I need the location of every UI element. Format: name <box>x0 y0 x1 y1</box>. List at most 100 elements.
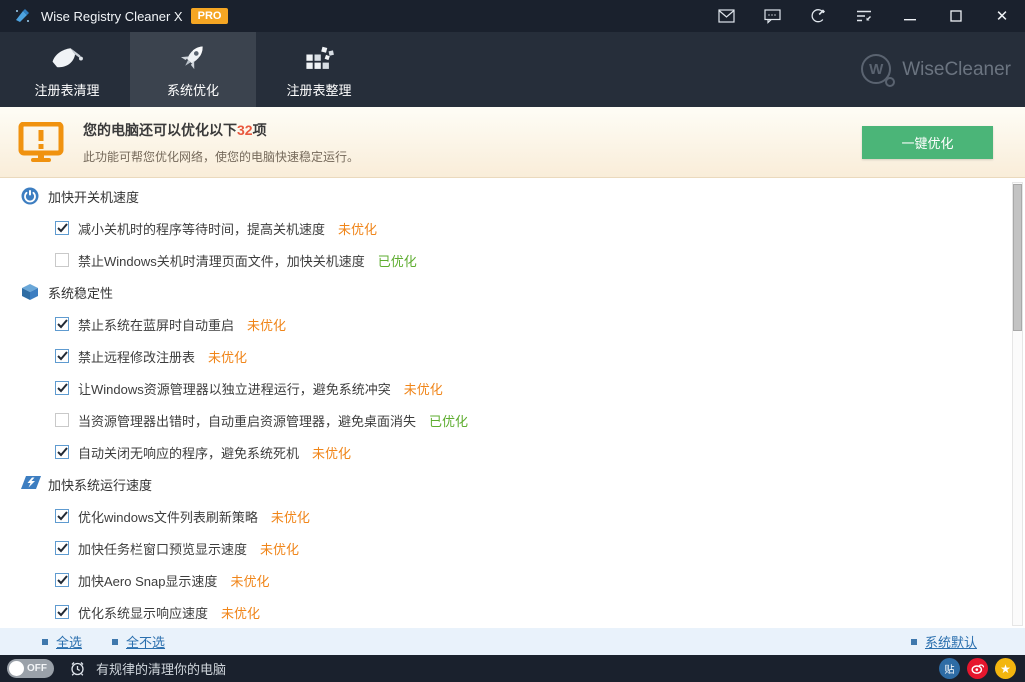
item-label: 优化windows文件列表刷新策略 <box>78 507 258 526</box>
status-badge: 已优化 <box>378 251 417 270</box>
tab-label: 注册表清理 <box>34 80 99 99</box>
section-header: 加快系统运行速度 <box>0 468 1025 500</box>
minimize-button[interactable] <box>887 0 933 32</box>
one-click-optimize-button[interactable]: 一键优化 <box>862 126 993 159</box>
status-badge: 已优化 <box>429 411 468 430</box>
tab-label: 系统优化 <box>167 80 219 99</box>
list-item: 减小关机时的程序等待时间，提高关机速度未优化 <box>0 212 1025 244</box>
brand-logo: W WiseCleaner <box>861 54 1011 86</box>
banner-subtitle: 此功能可帮您优化网络，使您的电脑快速稳定运行。 <box>83 148 359 165</box>
tab-bar: 注册表清理 系统优化 <box>0 32 1025 107</box>
status-badge: 未优化 <box>208 347 247 366</box>
banner-title: 您的电脑还可以优化以下32项 <box>83 120 359 140</box>
status-badge: 未优化 <box>271 507 310 526</box>
list-item: 优化系统显示响应速度未优化 <box>0 596 1025 628</box>
power-icon <box>21 187 39 205</box>
tab-registry-defrag[interactable]: 注册表整理 <box>256 32 382 107</box>
brand-name: WiseCleaner <box>902 59 1011 81</box>
optimize-banner: 您的电脑还可以优化以下32项 此功能可帮您优化网络，使您的电脑快速稳定运行。 一… <box>0 107 1025 178</box>
status-badge: 未优化 <box>404 379 443 398</box>
item-checkbox[interactable] <box>55 541 69 555</box>
bullet-icon <box>112 639 118 645</box>
brush-icon <box>49 41 85 75</box>
item-label: 自动关闭无响应的程序，避免系统死机 <box>78 443 299 462</box>
cube-icon <box>21 283 39 301</box>
item-checkbox[interactable] <box>55 349 69 363</box>
feedback-icon[interactable] <box>749 0 795 32</box>
weibo-icon[interactable] <box>967 658 988 679</box>
item-label: 加快任务栏窗口预览显示速度 <box>78 539 247 558</box>
section-title: 系统稳定性 <box>48 283 113 302</box>
list-item: 优化windows文件列表刷新策略未优化 <box>0 500 1025 532</box>
item-checkbox[interactable] <box>55 573 69 587</box>
menu-icon[interactable] <box>841 0 887 32</box>
status-badge: 未优化 <box>260 539 299 558</box>
item-label: 让Windows资源管理器以独立进程运行，避免系统冲突 <box>78 379 391 398</box>
app-logo-icon <box>13 7 31 25</box>
status-badge: 未优化 <box>338 219 377 238</box>
system-default-link[interactable]: 系统默认 <box>911 632 977 651</box>
section-title: 加快系统运行速度 <box>48 475 152 494</box>
scrollbar-thumb[interactable] <box>1013 184 1022 331</box>
optimizable-count: 32 <box>237 122 253 138</box>
close-button[interactable]: ✕ <box>979 0 1025 32</box>
status-badge: 未优化 <box>312 443 351 462</box>
schedule-toggle[interactable]: OFF <box>7 659 54 678</box>
maximize-button[interactable] <box>933 0 979 32</box>
schedule-message: 有规律的清理你的电脑 <box>96 659 226 678</box>
pro-badge: PRO <box>191 8 229 24</box>
item-label: 加快Aero Snap显示速度 <box>78 571 217 590</box>
item-checkbox[interactable] <box>55 413 69 427</box>
social-links: 贴 ★ <box>939 658 1016 679</box>
status-bar: OFF 有规律的清理你的电脑 贴 ★ <box>0 655 1025 682</box>
select-all-link[interactable]: 全选 <box>42 632 82 651</box>
tab-label: 注册表整理 <box>286 80 351 99</box>
item-checkbox[interactable] <box>55 381 69 395</box>
wisecleaner-icon: W <box>861 54 893 86</box>
item-checkbox[interactable] <box>55 253 69 267</box>
item-checkbox[interactable] <box>55 445 69 459</box>
tab-registry-cleaner[interactable]: 注册表清理 <box>4 32 130 107</box>
rocket-icon <box>175 41 211 75</box>
support-icon[interactable] <box>795 0 841 32</box>
list-item: 禁止系统在蓝屏时自动重启未优化 <box>0 308 1025 340</box>
list-item: 禁止远程修改注册表未优化 <box>0 340 1025 372</box>
section-header: 加快开关机速度 <box>0 180 1025 212</box>
titlebar-actions: ✕ <box>703 0 1025 32</box>
list-item: 加快任务栏窗口预览显示速度未优化 <box>0 532 1025 564</box>
window-title: Wise Registry Cleaner X <box>41 9 183 24</box>
selection-bar: 全选 全不选 系统默认 <box>0 628 1025 655</box>
scrollbar-track[interactable] <box>1012 182 1023 626</box>
status-badge: 未优化 <box>230 571 269 590</box>
bullet-icon <box>42 639 48 645</box>
item-checkbox[interactable] <box>55 221 69 235</box>
item-checkbox[interactable] <box>55 317 69 331</box>
item-checkbox[interactable] <box>55 509 69 523</box>
list-item: 自动关闭无响应的程序，避免系统死机未优化 <box>0 436 1025 468</box>
item-label: 当资源管理器出错时，自动重启资源管理器，避免桌面消失 <box>78 411 416 430</box>
toggle-knob <box>9 661 24 676</box>
item-label: 优化系统显示响应速度 <box>78 603 208 622</box>
status-badge: 未优化 <box>221 603 260 622</box>
alert-monitor-icon <box>18 122 64 162</box>
tab-system-tuneup[interactable]: 系统优化 <box>130 32 256 107</box>
defrag-icon <box>301 41 337 75</box>
list-item: 加快Aero Snap显示速度未优化 <box>0 564 1025 596</box>
tieba-icon[interactable]: 贴 <box>939 658 960 679</box>
section-title: 加快开关机速度 <box>48 187 139 206</box>
section-header: 系统稳定性 <box>0 276 1025 308</box>
item-label: 禁止系统在蓝屏时自动重启 <box>78 315 234 334</box>
qzone-icon[interactable]: ★ <box>995 658 1016 679</box>
item-label: 禁止远程修改注册表 <box>78 347 195 366</box>
select-none-link[interactable]: 全不选 <box>112 632 165 651</box>
speed-icon <box>21 475 39 493</box>
item-checkbox[interactable] <box>55 605 69 619</box>
list-item: 当资源管理器出错时，自动重启资源管理器，避免桌面消失已优化 <box>0 404 1025 436</box>
item-label: 减小关机时的程序等待时间，提高关机速度 <box>78 219 325 238</box>
mail-icon[interactable] <box>703 0 749 32</box>
bullet-icon <box>911 639 917 645</box>
alarm-clock-icon <box>69 660 86 677</box>
status-badge: 未优化 <box>247 315 286 334</box>
item-label: 禁止Windows关机时清理页面文件，加快关机速度 <box>78 251 365 270</box>
list-item: 让Windows资源管理器以独立进程运行，避免系统冲突未优化 <box>0 372 1025 404</box>
